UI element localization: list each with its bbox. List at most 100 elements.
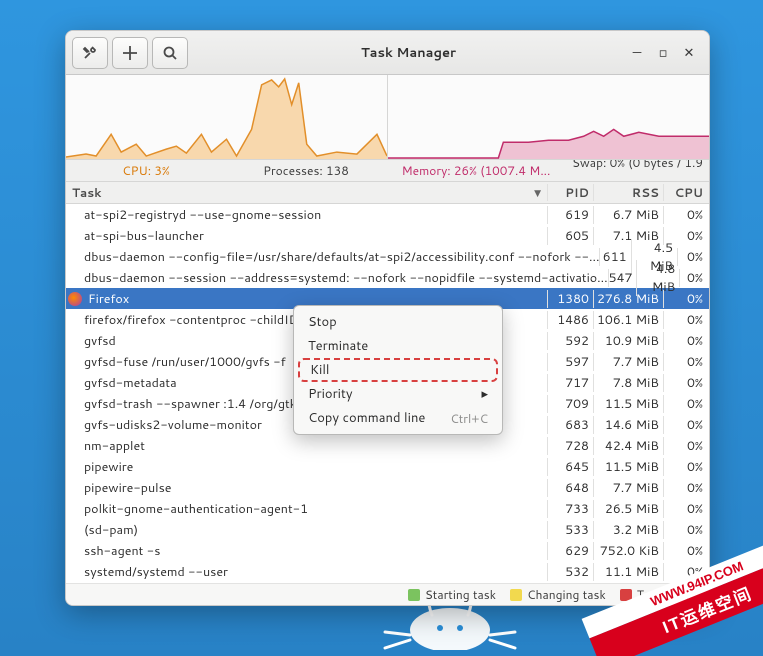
close-button[interactable]: ✕ [681,45,697,61]
cell-pid: 648 [547,479,593,497]
cell-rss: 10.9 MiB [593,332,663,350]
cell-task: at-spi2-registryd --use-gnome-session [84,206,547,224]
crosshair-icon [122,45,138,61]
search-button[interactable] [152,37,188,69]
process-row[interactable]: nm-applet72842.4 MiB0% [66,435,709,456]
menu-copy-command-line[interactable]: Copy command line Ctrl+C [294,406,502,430]
cell-task: polkit-gnome-authentication-agent-1 [84,500,547,518]
cell-rss: 11.5 MiB [593,458,663,476]
cell-pid: 645 [547,458,593,476]
cell-pid: 611 [599,248,630,266]
legend-changing: Changing task [510,586,606,603]
menu-priority[interactable]: Priority ▸ [294,382,502,406]
cell-pid: 728 [547,437,593,455]
cell-rss: 26.5 MiB [593,500,663,518]
legend: Starting task Changing task Terminati... [66,583,709,605]
cell-cpu: 0% [663,374,709,392]
cell-cpu: 0% [663,563,709,581]
cell-rss: 7.8 MiB [593,374,663,392]
legend-starting-swatch [408,589,420,601]
status-processes: Processes: 138 [226,162,386,179]
sort-ascending-icon: ▼ [534,186,541,199]
status-memory: Memory: 26% (1007.4 M... [386,162,566,179]
maximize-button[interactable]: ▫ [655,45,671,61]
cell-pid: 592 [547,332,593,350]
settings-button[interactable] [72,37,108,69]
cell-rss: 11.5 MiB [593,395,663,413]
cell-cpu: 0% [663,395,709,413]
process-row[interactable]: at-spi2-registryd --use-gnome-session619… [66,204,709,225]
context-menu: Stop Terminate Kill Priority ▸ Copy comm… [293,305,503,435]
cell-cpu: 0% [679,269,709,287]
cell-task: (sd-pam) [84,521,547,539]
cell-task: nm-applet [84,437,547,455]
header-cpu[interactable]: CPU [663,184,709,201]
cell-cpu: 0% [663,290,709,308]
process-row[interactable]: pipewire-pulse6487.7 MiB0% [66,477,709,498]
cell-rss: 42.4 MiB [593,437,663,455]
cell-pid: 532 [547,563,593,581]
menu-terminate[interactable]: Terminate [294,334,502,358]
cell-cpu: 0% [663,458,709,476]
minimize-icon: — [633,44,642,62]
minimize-button[interactable]: — [629,45,645,61]
cell-cpu: 0% [663,521,709,539]
cell-pid: 683 [547,416,593,434]
header-pid[interactable]: PID [547,184,593,201]
legend-starting: Starting task [408,586,496,603]
process-row[interactable]: ssh-agent -s629752.0 KiB0% [66,540,709,561]
cell-cpu: 0% [663,479,709,497]
process-row[interactable]: polkit-gnome-authentication-agent-173326… [66,498,709,519]
cell-task: ssh-agent -s [84,542,547,560]
titlebar: Task Manager — ▫ ✕ [66,31,709,75]
maximize-icon: ▫ [659,44,668,62]
cell-pid: 605 [547,227,593,245]
cell-rss: 7.7 MiB [593,479,663,497]
cell-cpu: 0% [677,248,709,266]
cell-pid: 629 [547,542,593,560]
cell-rss: 6.7 MiB [593,206,663,224]
status-cpu: CPU: 3% [66,162,226,179]
cell-pid: 533 [547,521,593,539]
process-row[interactable]: at-spi-bus-launcher6057.1 MiB0% [66,225,709,246]
menu-stop[interactable]: Stop [294,310,502,334]
process-row[interactable]: (sd-pam)5333.2 MiB0% [66,519,709,540]
cell-rss: 752.0 KiB [593,542,663,560]
cell-rss: 14.6 MiB [593,416,663,434]
cell-pid: 619 [547,206,593,224]
cell-cpu: 0% [663,542,709,560]
column-headers: Task ▼ PID RSS CPU [66,182,709,204]
legend-terminating: Terminati... [620,586,699,603]
process-row[interactable]: dbus-daemon --config-file=/usr/share/def… [66,246,709,267]
process-row[interactable]: systemd/systemd --user53211.1 MiB0% [66,561,709,582]
menu-kill[interactable]: Kill [298,358,498,382]
memory-graph [388,75,709,159]
cell-pid: 597 [547,353,593,371]
cell-task: dbus-daemon --session --address=systemd:… [84,269,608,287]
tools-icon [82,45,98,61]
status-bar: CPU: 3% Processes: 138 Memory: 26% (1007… [66,160,709,182]
window-title: Task Manager [192,44,625,62]
cell-cpu: 0% [663,332,709,350]
process-tree-button[interactable] [112,37,148,69]
cell-rss: 7.7 MiB [593,353,663,371]
process-row[interactable]: dbus-daemon --session --address=systemd:… [66,267,709,288]
process-row[interactable]: pipewire64511.5 MiB0% [66,456,709,477]
header-task[interactable]: Task ▼ [66,184,547,201]
search-icon [162,45,178,61]
cell-task: dbus-daemon --config-file=/usr/share/def… [84,248,599,266]
resource-graphs [66,75,709,160]
cell-pid: 547 [608,269,637,287]
cell-rss: 11.1 MiB [593,563,663,581]
cell-cpu: 0% [663,206,709,224]
cell-pid: 1486 [547,311,593,329]
cell-cpu: 0% [663,353,709,371]
legend-changing-swatch [510,589,522,601]
cell-cpu: 0% [663,416,709,434]
cell-task: systemd/systemd --user [84,563,547,581]
cell-task: pipewire-pulse [84,479,547,497]
cpu-graph [66,75,388,159]
header-rss[interactable]: RSS [593,184,663,201]
cell-pid: 709 [547,395,593,413]
cell-cpu: 0% [663,437,709,455]
